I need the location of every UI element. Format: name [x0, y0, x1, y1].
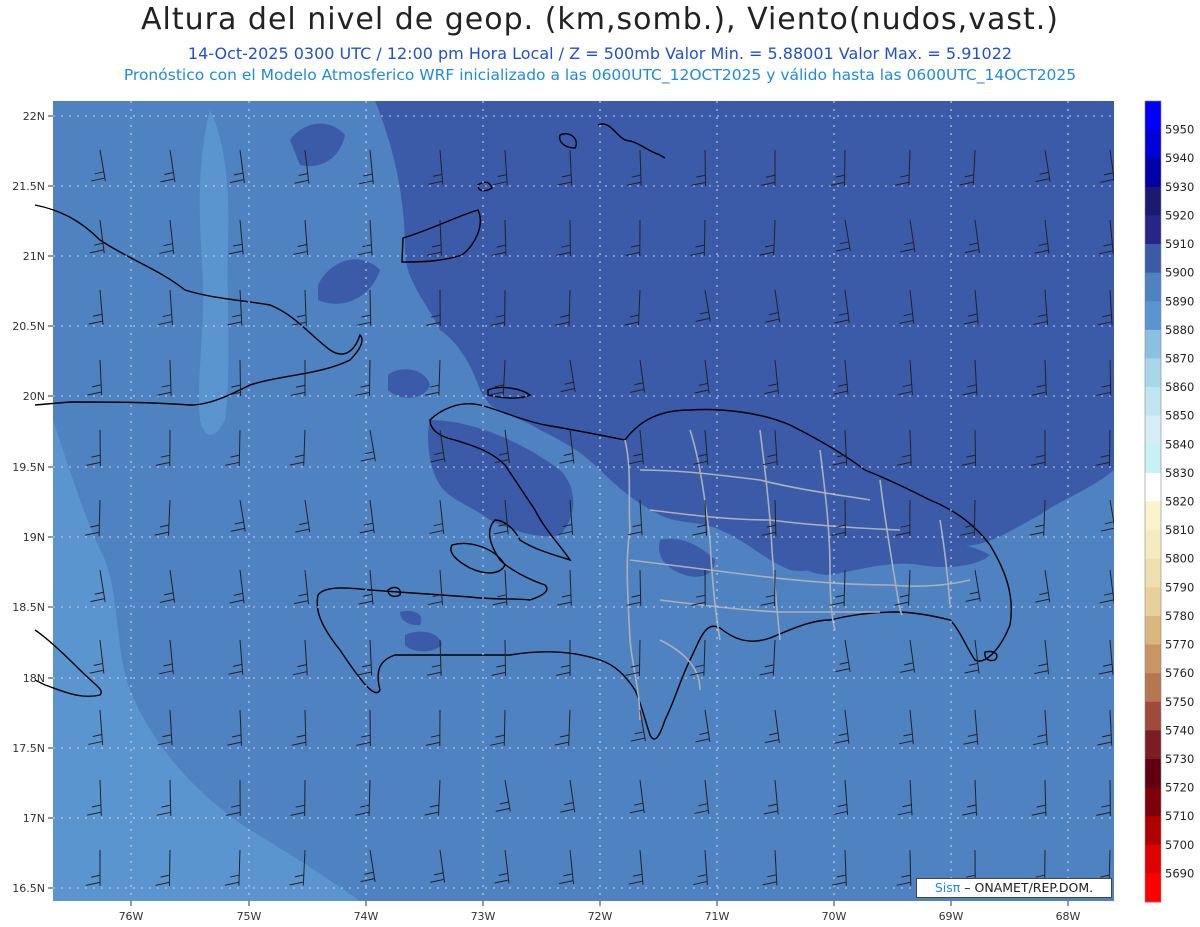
- sispi-logo: Sisπ: [934, 880, 961, 895]
- colorbar-label: 5700: [1165, 838, 1194, 852]
- colorbar-swatch: [1145, 844, 1161, 874]
- colorbar-label: 5910: [1165, 237, 1194, 251]
- colorbar-swatch: [1145, 730, 1161, 760]
- latitude-axis: 22N 21.5N 21N 20.5N 20N 19.5N 19N 18.5N 18N 17.5N…: [12, 110, 53, 895]
- colorbar-swatch: [1145, 415, 1161, 445]
- lon-tick-label: 72W: [588, 910, 613, 923]
- colorbar-swatch: [1145, 873, 1161, 903]
- lon-tick-label: 76W: [119, 910, 144, 923]
- colorbar-label: 5770: [1165, 638, 1194, 652]
- colorbar-label: 5880: [1165, 323, 1194, 337]
- colorbar-swatch: [1145, 787, 1161, 817]
- colorbar-swatch: [1145, 644, 1161, 674]
- longitude-axis: 76W 75W 74W 73W 72W 71W 70W 69W 68W: [119, 901, 1081, 923]
- colorbar-swatch: [1145, 615, 1161, 646]
- colorbar-label: 5810: [1165, 523, 1194, 537]
- colorbar-swatch: [1145, 129, 1161, 159]
- colorbar-label: 5690: [1165, 866, 1194, 880]
- lon-tick-label: 74W: [354, 910, 379, 923]
- colorbar-label: 5800: [1165, 552, 1194, 566]
- lat-tick-label: 17N: [23, 812, 45, 825]
- colorbar-label: 5840: [1165, 437, 1194, 451]
- colorbar-swatch: [1145, 558, 1161, 588]
- lat-tick-label: 18.5N: [12, 601, 45, 614]
- credit-text: – ONAMET/REP.DOM.: [964, 880, 1094, 895]
- colorbar-swatch: [1145, 244, 1161, 274]
- colorbar-label: 5780: [1165, 609, 1194, 623]
- colorbar: 5950 5940 5930 5920 5910 5900 5890 5880 5870 5860…: [1144, 100, 1194, 903]
- colorbar-label: 5830: [1165, 466, 1194, 480]
- lon-tick-label: 68W: [1056, 910, 1081, 923]
- colorbar-label: 5730: [1165, 752, 1194, 766]
- colorbar-swatch: [1145, 329, 1161, 359]
- lat-tick-label: 22N: [23, 110, 45, 123]
- colorbar-label: 5760: [1165, 666, 1194, 680]
- colorbar-label: 5890: [1165, 294, 1194, 308]
- colorbar-label: 5740: [1165, 723, 1194, 737]
- colorbar-label: 5720: [1165, 781, 1194, 795]
- colorbar-swatch: [1145, 158, 1161, 188]
- colorbar-swatch: [1145, 101, 1161, 131]
- forecast-map: 22N 21.5N 21N 20.5N 20N 19.5N 19N 18.5N 18N 17.5N…: [12, 100, 1194, 923]
- lat-tick-label: 19N: [23, 531, 45, 544]
- colorbar-swatch: [1145, 673, 1161, 703]
- colorbar-label: 5930: [1165, 180, 1194, 194]
- colorbar-label: 5900: [1165, 266, 1194, 280]
- colorbar-swatch: [1145, 701, 1161, 731]
- field-5880-bahamas: [198, 110, 229, 435]
- colorbar-swatch: [1145, 816, 1161, 846]
- colorbar-swatch: [1145, 387, 1161, 417]
- lat-tick-label: 17.5N: [12, 742, 45, 755]
- colorbar-swatch: [1145, 358, 1161, 388]
- lon-tick-label: 70W: [822, 910, 847, 923]
- colorbar-label: 5920: [1165, 208, 1194, 222]
- colorbar-swatch: [1145, 587, 1161, 617]
- lat-tick-label: 18N: [23, 672, 45, 685]
- colorbar-swatch: [1145, 301, 1161, 331]
- colorbar-label: 5820: [1165, 495, 1194, 509]
- colorbar-swatch: [1145, 215, 1161, 245]
- lat-tick-label: 16.5N: [12, 882, 45, 895]
- colorbar-swatch: [1145, 501, 1161, 531]
- colorbar-label: 5790: [1165, 580, 1194, 594]
- colorbar-label: 5950: [1165, 123, 1194, 137]
- colorbar-label: 5850: [1165, 409, 1194, 423]
- colorbar-swatch: [1145, 530, 1161, 560]
- colorbar-swatch: [1145, 444, 1161, 474]
- lat-tick-label: 20N: [23, 390, 45, 403]
- colorbar-label: 5710: [1165, 809, 1194, 823]
- colorbar-label: 5870: [1165, 351, 1194, 365]
- colorbar-label: 5750: [1165, 695, 1194, 709]
- colorbar-swatch: [1145, 186, 1161, 216]
- lat-tick-label: 19.5N: [12, 461, 45, 474]
- lon-tick-label: 69W: [939, 910, 964, 923]
- colorbar-swatch: [1145, 758, 1161, 789]
- lon-tick-label: 75W: [237, 910, 262, 923]
- colorbar-swatch: [1145, 472, 1161, 502]
- credit-box: Sisπ – ONAMET/REP.DOM.: [916, 878, 1112, 898]
- lon-tick-label: 73W: [471, 910, 496, 923]
- lat-tick-label: 21N: [23, 250, 45, 263]
- lon-tick-label: 71W: [705, 910, 730, 923]
- colorbar-label: 5940: [1165, 151, 1194, 165]
- lat-tick-label: 21.5N: [12, 180, 45, 193]
- colorbar-label: 5860: [1165, 380, 1194, 394]
- colorbar-swatch: [1145, 272, 1161, 302]
- lat-tick-label: 20.5N: [12, 320, 45, 333]
